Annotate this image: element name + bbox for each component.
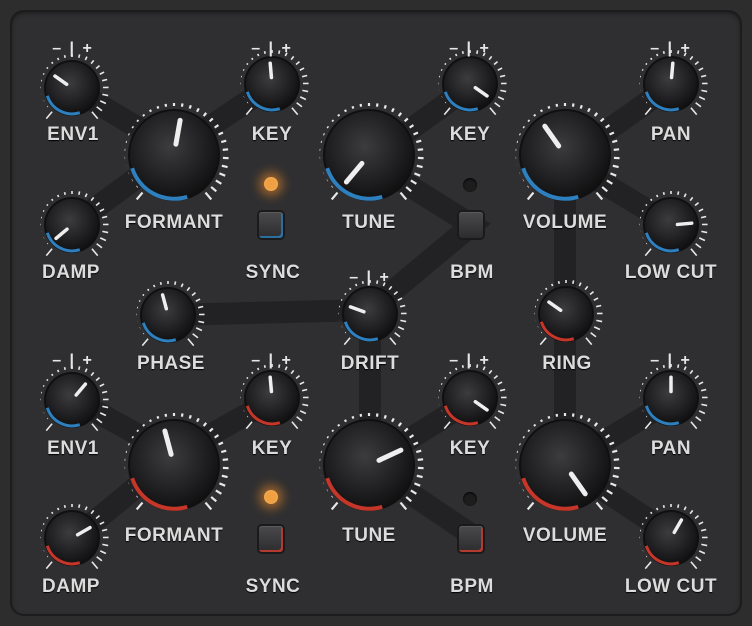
sync-led-top bbox=[264, 177, 278, 191]
drift-label: DRIFT bbox=[340, 353, 400, 374]
lowcut-label-top: LOW CUT bbox=[624, 262, 718, 283]
env1-knob-top[interactable] bbox=[40, 54, 109, 120]
key1-label-top: KEY bbox=[251, 124, 293, 145]
env1-knob-bottom[interactable] bbox=[40, 366, 109, 432]
formant-label-top: FORMANT bbox=[124, 212, 224, 233]
env1-label-top: ENV1 bbox=[47, 124, 99, 145]
formant-label-bottom: FORMANT bbox=[124, 525, 224, 546]
phase-label: PHASE bbox=[137, 353, 205, 374]
sync-label-top: SYNC bbox=[245, 262, 301, 283]
damp-label-top: DAMP bbox=[42, 262, 100, 283]
lowcut-label-bottom: LOW CUT bbox=[624, 576, 718, 597]
key1-range-marks-top: – | + bbox=[251, 40, 293, 57]
key2-label-bottom: KEY bbox=[449, 438, 491, 459]
bpm-led-bottom bbox=[463, 492, 477, 506]
ring-label: RING bbox=[542, 353, 592, 374]
bpm-label-bottom: BPM bbox=[450, 576, 494, 597]
env1-label-bottom: ENV1 bbox=[47, 438, 99, 459]
sync-button-top[interactable] bbox=[259, 212, 283, 238]
tune-label-bottom: TUNE bbox=[342, 525, 396, 546]
pan-knob-top-pointer bbox=[669, 61, 675, 80]
key1-knob-bottom-pointer bbox=[268, 375, 274, 394]
pan-range-marks-bottom: – | + bbox=[650, 352, 692, 369]
bpm-button-top[interactable] bbox=[459, 212, 483, 238]
pan-label-bottom: PAN bbox=[650, 438, 692, 459]
synth-panel: – | + ENV1 – | + KEY – | + KEY – | + PAN… bbox=[0, 0, 752, 626]
phase-knob[interactable] bbox=[136, 281, 205, 347]
sync-button-bottom[interactable] bbox=[259, 526, 283, 552]
damp-label-bottom: DAMP bbox=[42, 576, 100, 597]
lowcut-knob-top-pointer bbox=[675, 221, 694, 227]
env1-range-marks-top: – | + bbox=[52, 40, 94, 57]
ring-knob[interactable] bbox=[534, 280, 603, 346]
bpm-label-top: BPM bbox=[450, 262, 494, 283]
sync-label-bottom: SYNC bbox=[245, 576, 301, 597]
key1-knob-top-pointer bbox=[268, 61, 274, 80]
pan-label-top: PAN bbox=[650, 124, 692, 145]
pan-range-marks-top: – | + bbox=[650, 40, 692, 57]
volume-label-bottom: VOLUME bbox=[522, 525, 608, 546]
key2-range-marks-bottom: – | + bbox=[449, 352, 491, 369]
tune-label-top: TUNE bbox=[342, 212, 396, 233]
volume-label-top: VOLUME bbox=[522, 212, 608, 233]
drift-range-marks: – | + bbox=[349, 269, 391, 286]
key1-range-marks-bottom: – | + bbox=[251, 352, 293, 369]
env1-range-marks-bottom: – | + bbox=[52, 352, 94, 369]
key2-label-top: KEY bbox=[449, 124, 491, 145]
bpm-led-top bbox=[463, 178, 477, 192]
bpm-button-bottom[interactable] bbox=[459, 526, 483, 552]
key2-range-marks-top: – | + bbox=[449, 40, 491, 57]
sync-led-bottom bbox=[264, 490, 278, 504]
key1-label-bottom: KEY bbox=[251, 438, 293, 459]
